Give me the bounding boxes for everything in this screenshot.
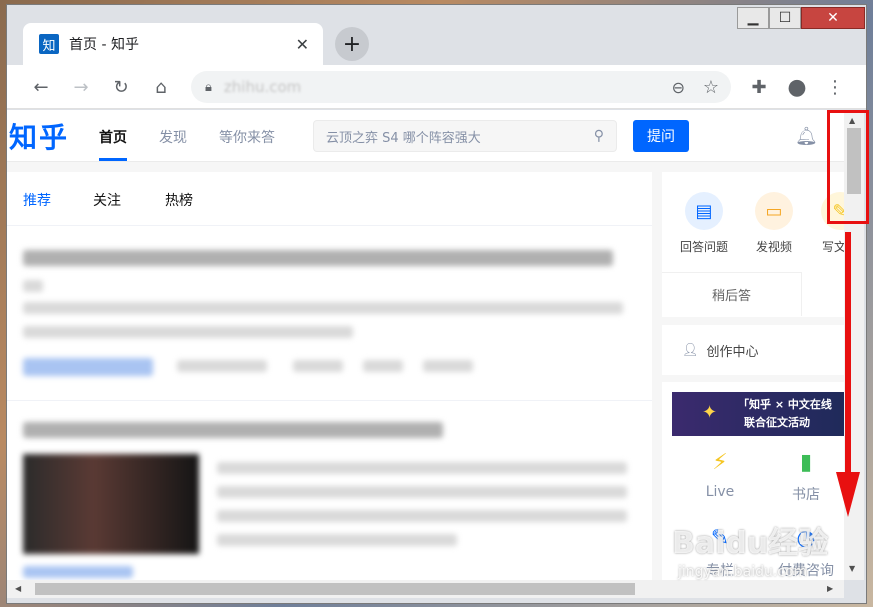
address-bar[interactable]: 🔒︎ zhihu.com ⊖ ☆ — [191, 71, 731, 103]
feed-item-title[interactable] — [23, 250, 613, 266]
grid-label: 书店 — [792, 487, 820, 503]
url-text: zhihu.com — [223, 78, 302, 96]
browser-window: 知 首页 - 知乎 ✕ + ▁ ☐ ✕ ← → ↻ ⌂ 🔒︎ zhihu.com… — [6, 4, 867, 604]
extensions-icon[interactable]: ✚ — [745, 73, 773, 101]
forward-arrow-icon[interactable]: → — [67, 73, 95, 101]
lock-icon: 🔒︎ — [205, 79, 212, 95]
answer-later-button[interactable]: 稍后答 — [662, 272, 802, 316]
window-maximize-button[interactable]: ☐ — [769, 7, 801, 29]
video-icon: ▭ — [755, 192, 793, 230]
ask-question-button[interactable]: 提问 — [633, 120, 689, 152]
zhihu-page: 知乎 首页 发现 等你来答 云顶之弈 S4 哪个阵容强大 ⚲ 提问 🔔︎ 推荐 … — [7, 110, 844, 580]
window-minimize-button[interactable]: ▁ — [737, 7, 769, 29]
feed-item-thumbnail[interactable] — [23, 454, 199, 554]
shortcut-label: 回答问题 — [679, 240, 728, 254]
feed-item-vote-button[interactable] — [23, 566, 133, 578]
site-header: 知乎 首页 发现 等你来答 云顶之弈 S4 哪个阵容强大 ⚲ 提问 🔔︎ — [7, 110, 844, 162]
banner-line-1: 「知乎 × 中文在线 — [738, 398, 832, 411]
tab-zhihu[interactable]: 知 首页 - 知乎 ✕ — [23, 23, 323, 65]
horizontal-scrollbar[interactable]: ◀ ▶ — [7, 580, 844, 598]
feed-item-vote-button[interactable] — [23, 358, 153, 376]
back-arrow-icon[interactable]: ← — [27, 73, 55, 101]
scroll-right-arrow-icon[interactable]: ▶ — [827, 584, 833, 593]
scroll-down-arrow-icon[interactable]: ▼ — [849, 564, 855, 573]
feed-item-like[interactable] — [423, 360, 473, 372]
tab-follow[interactable]: 关注 — [93, 190, 121, 210]
feed-item-excerpt[interactable] — [217, 510, 627, 522]
feed-item-excerpt[interactable] — [217, 462, 627, 474]
promo-banner[interactable]: ✦ 「知乎 × 中文在线 联合征文活动 — [672, 392, 844, 436]
feed-item-comment[interactable] — [177, 360, 267, 372]
feed-item-share[interactable] — [293, 360, 343, 372]
tab-title: 首页 - 知乎 — [69, 37, 139, 53]
nav-active-indicator — [99, 158, 127, 161]
zoom-icon[interactable]: ⊖ — [672, 78, 685, 97]
search-placeholder: 云顶之弈 S4 哪个阵容强大 — [326, 130, 481, 146]
baidu-watermark: Baidu经验 — [672, 526, 829, 561]
feed-panel: 推荐 关注 热榜 — [7, 172, 652, 580]
zhihu-logo[interactable]: 知乎 — [9, 116, 69, 156]
scroll-down-arrow-annotation — [836, 232, 860, 517]
bookstore-entry[interactable]: ▮ 书店 — [766, 450, 844, 504]
zhihu-favicon-icon: 知 — [39, 34, 59, 54]
banner-line-2: 联合征文活动 — [744, 416, 810, 429]
profile-avatar-icon[interactable]: ● — [783, 73, 811, 101]
tab-hot[interactable]: 热榜 — [165, 190, 193, 210]
scroll-left-arrow-icon[interactable]: ◀ — [15, 584, 21, 593]
window-close-button[interactable]: ✕ — [801, 7, 865, 29]
tab-strip: 知 首页 - 知乎 ✕ + ▁ ☐ ✕ — [7, 5, 866, 65]
feed-item-favorite[interactable] — [363, 360, 403, 372]
search-input[interactable]: 云顶之弈 S4 哪个阵容强大 ⚲ — [313, 120, 617, 152]
reload-icon[interactable]: ↻ — [107, 73, 135, 101]
baidu-watermark-url: jingyan.baidu.com — [678, 564, 808, 580]
horizontal-scroll-thumb[interactable] — [35, 583, 635, 595]
feed-item-excerpt[interactable] — [23, 326, 353, 338]
feed-item-excerpt[interactable] — [217, 534, 457, 546]
book-icon: ▮ — [799, 450, 813, 475]
creator-center-card[interactable]: 👤︎ 创作中心 — [662, 325, 844, 375]
live-entry[interactable]: ⚡︎ Live — [680, 450, 760, 500]
browser-toolbar: ← → ↻ ⌂ 🔒︎ zhihu.com ⊖ ☆ ✚ ● ⋮ — [7, 65, 866, 109]
banner-star-icon: ✦ — [702, 402, 718, 423]
home-icon[interactable]: ⌂ — [147, 73, 175, 101]
feed-item-avatar — [23, 280, 43, 292]
post-video-shortcut[interactable]: ▭ 发视频 — [744, 192, 804, 255]
feed-item-excerpt[interactable] — [217, 486, 627, 498]
notification-bell-icon[interactable]: 🔔︎ — [795, 126, 818, 147]
highlight-box — [827, 110, 869, 224]
creator-center-link[interactable]: 👤︎ 创作中心 — [682, 341, 759, 360]
bookmark-star-icon[interactable]: ☆ — [703, 77, 719, 98]
grid-label: Live — [705, 484, 735, 500]
nav-waiting-answers[interactable]: 等你来答 — [219, 127, 275, 147]
feed-item-excerpt[interactable] — [23, 302, 623, 314]
search-icon[interactable]: ⚲ — [594, 128, 604, 144]
feed-item-title[interactable] — [23, 422, 443, 438]
shortcut-label: 发视频 — [755, 240, 792, 254]
creator-person-icon: 👤︎ — [682, 343, 699, 358]
feed-tabs: 推荐 关注 热榜 — [7, 172, 652, 226]
nav-home[interactable]: 首页 — [99, 127, 127, 147]
answer-icon: ▤ — [685, 192, 723, 230]
lightning-icon: ⚡︎ — [712, 450, 728, 475]
menu-kebab-icon[interactable]: ⋮ — [821, 73, 849, 101]
feed-divider — [7, 400, 652, 401]
creation-shortcuts-card: ▤ 回答问题 ▭ 发视频 ✎ 写文章 稍后答 — [662, 172, 844, 317]
creator-center-label: 创作中心 — [706, 345, 759, 360]
answer-question-shortcut[interactable]: ▤ 回答问题 — [674, 192, 734, 255]
new-tab-button[interactable]: + — [335, 27, 369, 61]
tab-close-icon[interactable]: ✕ — [296, 35, 309, 54]
tab-recommend[interactable]: 推荐 — [23, 190, 51, 210]
nav-discover[interactable]: 发现 — [159, 127, 187, 147]
